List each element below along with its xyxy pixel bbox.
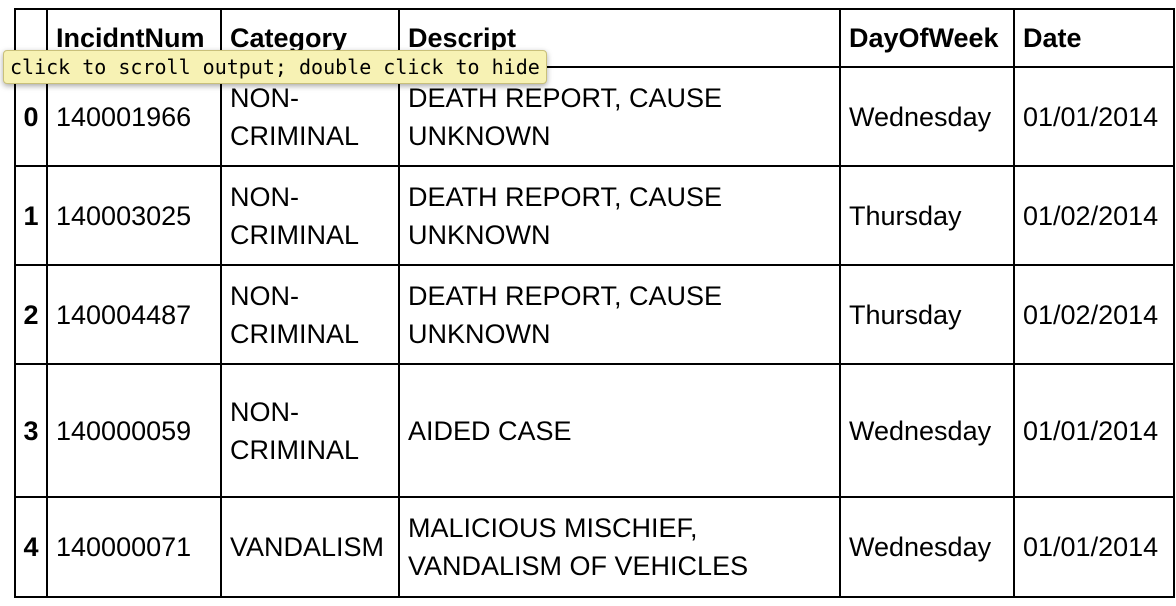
cell-date: 01/02/2014 — [1013, 165, 1175, 266]
cell-dayofweek: Wednesday — [839, 66, 1015, 167]
row-index: 3 — [14, 363, 48, 498]
cell-date: 01/01/2014 — [1013, 363, 1175, 498]
cell-category: NON-CRIMINAL — [220, 264, 400, 365]
scroll-output-tooltip[interactable]: click to scroll output; double click to … — [3, 50, 547, 84]
cell-incidntnum: 140004487 — [46, 264, 222, 365]
table-row: 3 140000059 NON-CRIMINAL AIDED CASE Wedn… — [14, 363, 1175, 498]
table-row: 4 140000071 VANDALISM MALICIOUS MISCHIEF… — [14, 496, 1175, 598]
row-index: 1 — [14, 165, 48, 266]
cell-dayofweek: Wednesday — [839, 496, 1015, 598]
column-header: Date — [1013, 8, 1175, 68]
cell-incidntnum: 140000071 — [46, 496, 222, 598]
cell-incidntnum: 140003025 — [46, 165, 222, 266]
cell-category: NON-CRIMINAL — [220, 165, 400, 266]
cell-date: 01/02/2014 — [1013, 264, 1175, 365]
cell-dayofweek: Thursday — [839, 165, 1015, 266]
cell-descript: DEATH REPORT, CAUSE UNKNOWN — [398, 165, 841, 266]
row-index: 4 — [14, 496, 48, 598]
table-row: 1 140003025 NON-CRIMINAL DEATH REPORT, C… — [14, 165, 1175, 266]
column-header: DayOfWeek — [839, 8, 1015, 68]
dataframe-table: IncidntNum Category Descript DayOfWeek D… — [14, 8, 1175, 598]
cell-descript: AIDED CASE — [398, 363, 841, 498]
notebook-output-area[interactable]: IncidntNum Category Descript DayOfWeek D… — [0, 0, 1176, 606]
cell-date: 01/01/2014 — [1013, 496, 1175, 598]
cell-descript: MALICIOUS MISCHIEF, VANDALISM OF VEHICLE… — [398, 496, 841, 598]
cell-category: NON-CRIMINAL — [220, 363, 400, 498]
cell-category: VANDALISM — [220, 496, 400, 598]
cell-incidntnum: 140000059 — [46, 363, 222, 498]
table-row: 2 140004487 NON-CRIMINAL DEATH REPORT, C… — [14, 264, 1175, 365]
cell-dayofweek: Thursday — [839, 264, 1015, 365]
cell-date: 01/01/2014 — [1013, 66, 1175, 167]
cell-dayofweek: Wednesday — [839, 363, 1015, 498]
row-index: 2 — [14, 264, 48, 365]
cell-descript: DEATH REPORT, CAUSE UNKNOWN — [398, 264, 841, 365]
